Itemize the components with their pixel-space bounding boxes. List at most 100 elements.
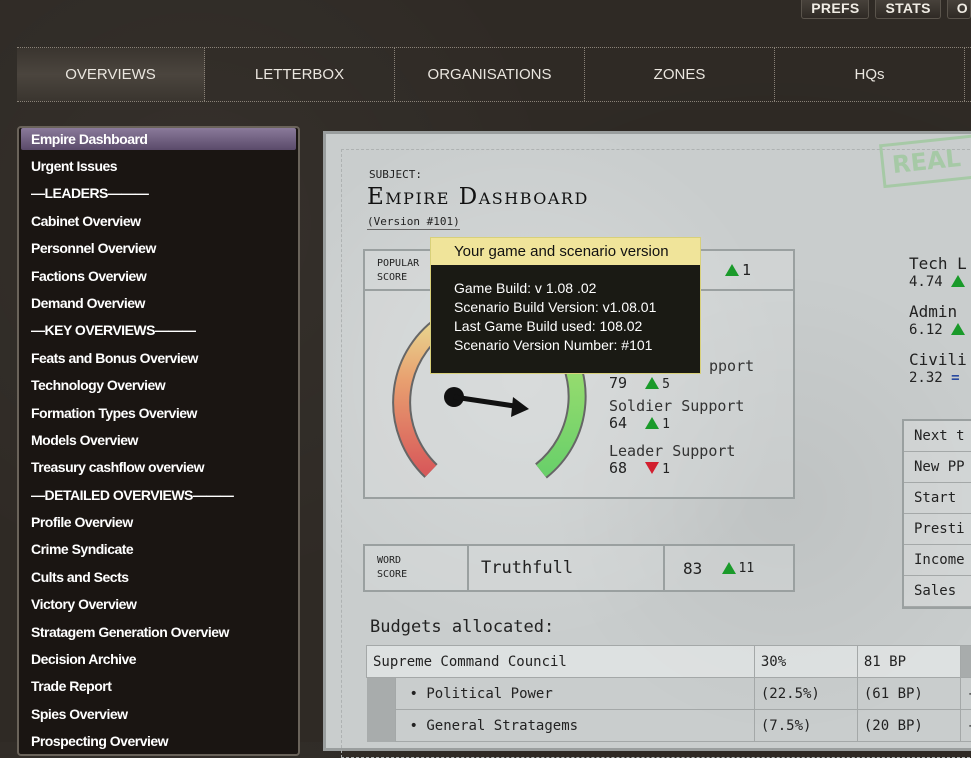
tooltip-title: Your game and scenario version <box>431 238 700 265</box>
sidebar-item-empire-dashboard[interactable]: Empire Dashboard <box>21 128 296 150</box>
popular-delta-value: 1 <box>742 261 751 279</box>
budget-name: • General Stratagems <box>395 710 754 742</box>
income-button[interactable]: Income <box>904 545 971 576</box>
leader-value-row: 68 1 <box>609 459 670 477</box>
admin-value: 6.12 <box>909 322 943 338</box>
sidebar-item-technology[interactable]: Technology Overview <box>19 372 298 399</box>
leader-support-delta: 1 <box>662 462 670 477</box>
table-row: Supreme Command Council 30% 81 BP <box>367 646 971 678</box>
budget-bp: 81 BP <box>857 646 960 678</box>
dashboard-paper: REAL SUBJECT: Empire Dashboard (Version … <box>323 131 971 751</box>
up-arrow-icon <box>725 264 739 276</box>
word-label-line1: WORD <box>377 554 401 568</box>
leader-support-label: Leader Support <box>609 442 735 460</box>
sidebar-item-treasury[interactable]: Treasury cashflow overview <box>19 454 298 481</box>
word-score-number: 83 <box>683 559 702 578</box>
sidebar-item-demand[interactable]: Demand Overview <box>19 290 298 317</box>
tab-overviews[interactable]: OVERVIEWS <box>17 48 205 101</box>
tab-letterbox[interactable]: LETTERBOX <box>205 48 395 101</box>
tab-organisations[interactable]: ORGANISATIONS <box>395 48 585 101</box>
sidebar-item-crime-syndicate[interactable]: Crime Syndicate <box>19 536 298 563</box>
tab-hqs[interactable]: HQs <box>775 48 965 101</box>
soldier-value-row: 64 1 <box>609 414 670 432</box>
row-indent <box>367 710 396 742</box>
civil-label: Civili <box>909 350 968 370</box>
budgets-title: Budgets allocated: <box>370 617 554 637</box>
budget-extra: - <box>960 678 971 710</box>
tech-level-value: 4.74 <box>909 274 943 290</box>
up-arrow-icon <box>645 417 659 429</box>
sidebar-item-stratagem[interactable]: Stratagem Generation Overview <box>19 619 298 646</box>
sidebar-item-factions[interactable]: Factions Overview <box>19 263 298 290</box>
sidebar-section-leaders: —LEADERS——— <box>19 180 298 207</box>
sidebar-item-formation-types[interactable]: Formation Types Overview <box>19 400 298 427</box>
page-title: Empire Dashboard <box>367 184 589 210</box>
support-1-label: pport <box>709 357 754 375</box>
support-1-delta: 5 <box>662 377 670 392</box>
version-link[interactable]: (Version #101) <box>367 215 460 230</box>
tooltip-line: Last Game Build used: 108.02 <box>454 317 700 336</box>
sales-button[interactable]: Sales <box>904 576 971 607</box>
up-arrow-icon <box>951 323 965 335</box>
tooltip-line: Scenario Version Number: #101 <box>454 336 700 355</box>
up-arrow-icon <box>645 377 659 389</box>
budgets-table: Supreme Command Council 30% 81 BP • Poli… <box>366 645 971 742</box>
tech-level-label: Tech L <box>909 254 968 274</box>
sidebar-item-cabinet[interactable]: Cabinet Overview <box>19 208 298 235</box>
top-buttons: PREFS STATS O <box>801 0 971 19</box>
budget-pct: (7.5%) <box>754 710 857 742</box>
next-button[interactable]: Next t <box>904 421 971 452</box>
tab-zones[interactable]: ZONES <box>585 48 775 101</box>
civil-row: 2.32 = <box>909 370 968 398</box>
down-arrow-icon <box>645 462 659 474</box>
sidebar-section-key-overviews: —KEY OVERVIEWS——— <box>19 317 298 344</box>
budget-extra: - <box>960 710 971 742</box>
equal-icon: = <box>951 370 959 386</box>
new-pp-button[interactable]: New PP <box>904 452 971 483</box>
soldier-support-value: 64 <box>609 414 627 432</box>
version-tooltip: Your game and scenario version Game Buil… <box>430 237 701 374</box>
prefs-button[interactable]: PREFS <box>801 0 869 19</box>
budget-name: • Political Power <box>395 678 754 710</box>
word-score-value: Truthfull <box>469 546 665 590</box>
sidebar-item-victory[interactable]: Victory Overview <box>19 591 298 618</box>
word-score-number-row: 83 11 <box>665 546 754 590</box>
word-score-label: WORD SCORE <box>365 546 469 590</box>
word-score-box: WORD SCORE Truthfull 83 11 <box>363 544 795 592</box>
word-score-delta: 11 <box>739 561 755 576</box>
support-1-value: 79 <box>609 374 627 392</box>
soldier-support-delta: 1 <box>662 417 670 432</box>
prestige-button[interactable]: Presti <box>904 514 971 545</box>
budget-bp: (61 BP) <box>857 678 960 710</box>
table-row: • General Stratagems (7.5%) (20 BP) - <box>367 710 971 742</box>
up-arrow-icon <box>951 275 965 287</box>
tooltip-line: Scenario Build Version: v1.08.01 <box>454 298 700 317</box>
budget-bp: (20 BP) <box>857 710 960 742</box>
sidebar-item-cults[interactable]: Cults and Sects <box>19 564 298 591</box>
leader-support-value: 68 <box>609 459 627 477</box>
subject-label: SUBJECT: <box>369 168 422 181</box>
row-indent <box>367 678 396 710</box>
right-stats: Tech L 4.74 Admin 6.12 Civili 2.32 = <box>909 254 968 398</box>
sidebar: Empire Dashboard Urgent Issues —LEADERS—… <box>17 126 300 756</box>
options-button[interactable]: O <box>947 0 971 19</box>
real-stamp: REAL <box>879 132 971 188</box>
sidebar-item-urgent-issues[interactable]: Urgent Issues <box>19 153 298 180</box>
sidebar-item-feats[interactable]: Feats and Bonus Overview <box>19 345 298 372</box>
stats-button[interactable]: STATS <box>875 0 940 19</box>
sidebar-item-trade-report[interactable]: Trade Report <box>19 673 298 700</box>
start-button[interactable]: Start <box>904 483 971 514</box>
budget-pct: 30% <box>754 646 857 678</box>
sidebar-item-profile[interactable]: Profile Overview <box>19 509 298 536</box>
sidebar-item-decision-archive[interactable]: Decision Archive <box>19 646 298 673</box>
budget-extra <box>960 646 971 678</box>
word-label-line2: SCORE <box>377 568 407 582</box>
sidebar-item-models[interactable]: Models Overview <box>19 427 298 454</box>
sidebar-item-spies[interactable]: Spies Overview <box>19 701 298 728</box>
main-nav: OVERVIEWS LETTERBOX ORGANISATIONS ZONES … <box>17 47 971 102</box>
tooltip-line: Game Build: v 1.08 .02 <box>454 279 700 298</box>
admin-row: 6.12 <box>909 322 968 350</box>
up-arrow-icon <box>722 562 736 574</box>
sidebar-section-detailed-overviews: —DETAILED OVERVIEWS——— <box>19 482 298 509</box>
sidebar-item-personnel[interactable]: Personnel Overview <box>19 235 298 262</box>
